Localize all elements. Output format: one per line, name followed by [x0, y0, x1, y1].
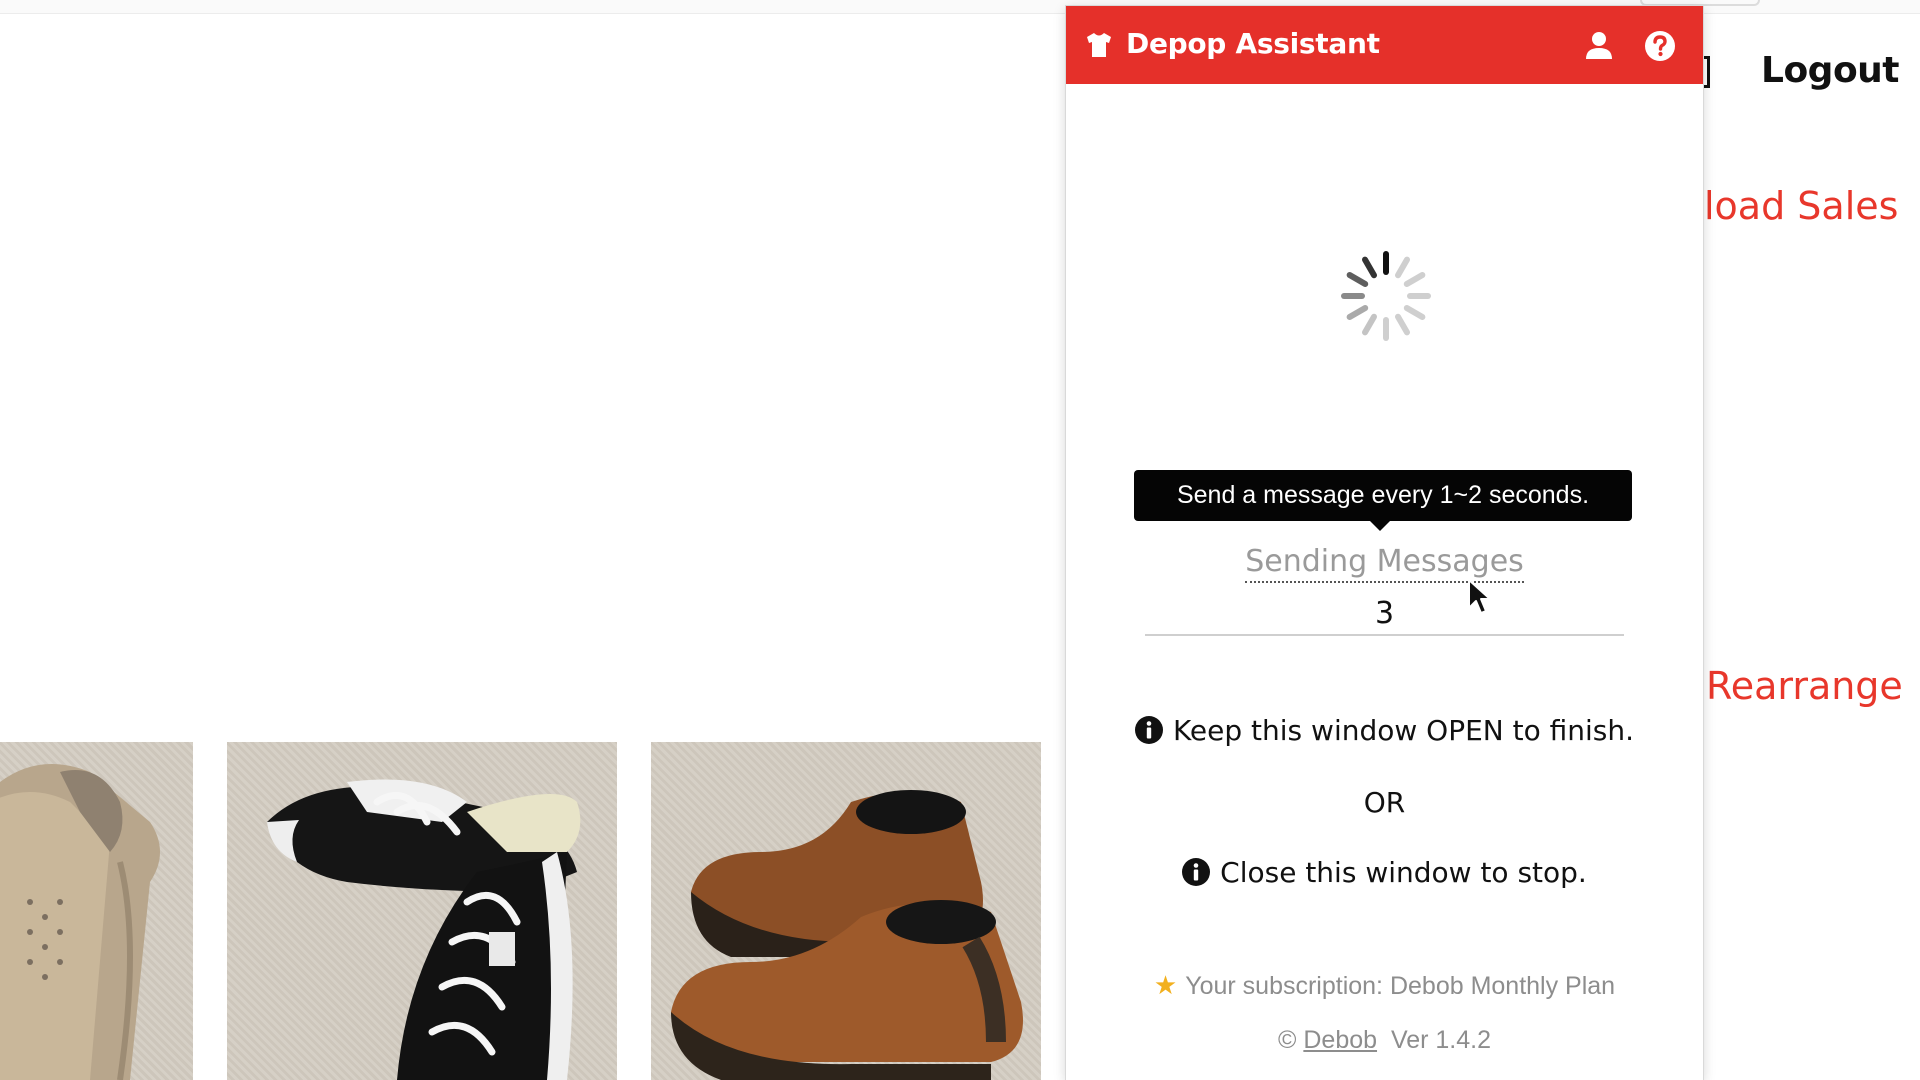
user-icon[interactable] [1584, 30, 1614, 60]
subscription-text: Your subscription: Debob Monthly Plan [1185, 972, 1616, 1000]
footer: © Debob Ver 1.4.2 [1066, 1026, 1703, 1055]
canvas-shoe-image [0, 764, 160, 1080]
rate-tooltip: Send a message every 1~2 seconds. [1134, 470, 1632, 521]
logout-link[interactable]: Logout [1761, 50, 1900, 91]
status-label-text: Sending Messages [1245, 544, 1524, 583]
status-divider [1145, 634, 1624, 636]
or-separator: OR [1363, 786, 1406, 819]
popup-title: Depop Assistant [1126, 27, 1380, 60]
black-sneaker-image [267, 779, 581, 1080]
keep-open-text: Keep this window OPEN to finish. [1172, 714, 1635, 747]
info-icon [1134, 716, 1163, 744]
star-icon: ★ [1153, 970, 1178, 1000]
close-text: Close this window to stop. [1220, 856, 1587, 889]
load-sales-link[interactable]: load Sales [1704, 184, 1898, 228]
status-label[interactable]: Sending Messages [1066, 544, 1703, 583]
product-tile-slip-on[interactable] [0, 742, 193, 1080]
tooltip-arrow [1370, 521, 1390, 531]
product-tile-converse[interactable] [227, 742, 617, 1080]
loading-spinner-icon [1341, 251, 1431, 341]
product-tile-boots[interactable] [651, 742, 1041, 1080]
subscription-line: ★ Your subscription: Debob Monthly Plan [1066, 970, 1703, 1001]
help-circle-icon[interactable] [1644, 30, 1676, 62]
rearrange-link[interactable]: Rearrange [1706, 664, 1903, 708]
popup-header: Depop Assistant [1066, 6, 1703, 84]
status-count: 3 [1374, 596, 1395, 631]
shirt-icon [1087, 33, 1111, 57]
close-notice: Close this window to stop. [1066, 856, 1703, 889]
depop-assistant-popup: Depop Assistant Send a message every 1~2… [1066, 6, 1703, 1080]
debob-link[interactable]: Debob [1303, 1026, 1377, 1054]
copyright-symbol: © [1277, 1026, 1297, 1054]
version-text: Ver 1.4.2 [1390, 1026, 1492, 1054]
info-icon [1182, 858, 1211, 886]
brown-boots-image [671, 790, 1023, 1080]
keep-open-notice: Keep this window OPEN to finish. [1066, 714, 1703, 747]
